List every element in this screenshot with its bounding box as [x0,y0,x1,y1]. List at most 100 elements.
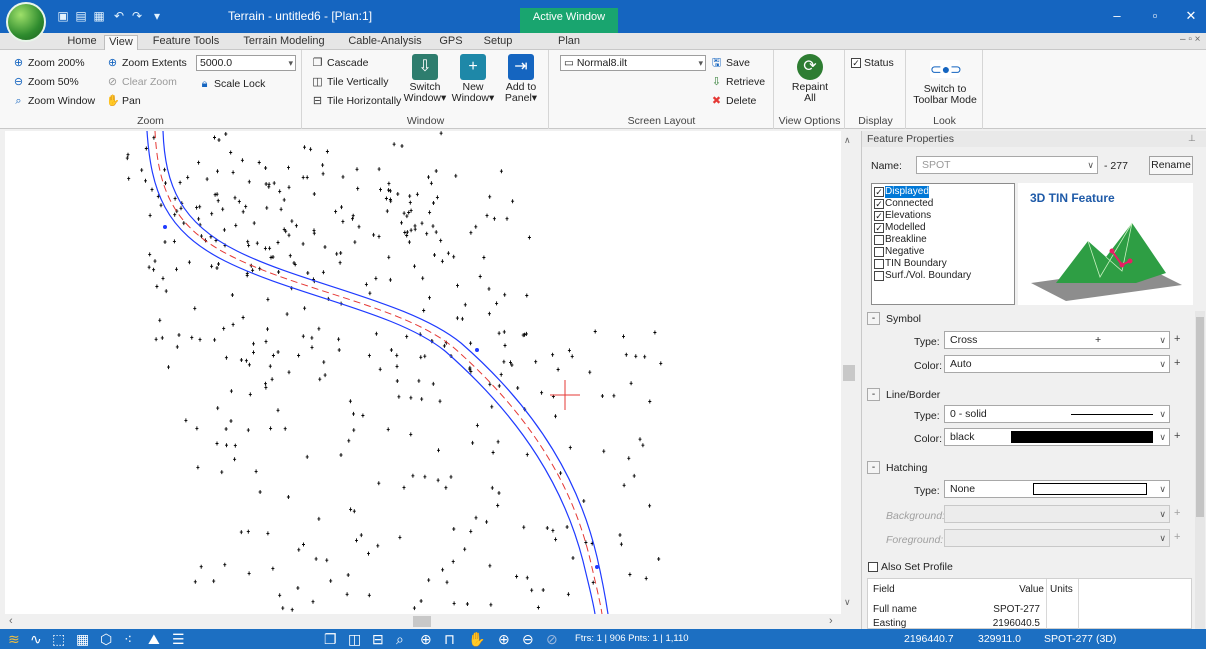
checkbox-icon[interactable] [874,271,884,281]
spot-point[interactable] [419,599,423,603]
spot-point[interactable] [216,169,219,174]
spot-point[interactable] [545,526,549,530]
spot-point[interactable] [251,268,255,273]
spot-point[interactable] [309,147,313,152]
tab-home[interactable]: Home [62,35,102,50]
spot-point[interactable] [225,443,228,448]
spot-point[interactable] [210,211,214,216]
chevron-down-icon[interactable]: ▾ [288,56,293,70]
spot-point[interactable] [495,301,499,306]
zoom-in-status-icon[interactable]: ⊕ [498,631,510,647]
tile-horizontally-button[interactable]: ⊟ Tile Horizontally [311,93,401,109]
spot-point[interactable] [317,326,321,331]
spot-point[interactable] [301,175,305,180]
spot-point[interactable] [197,160,201,165]
spot-point[interactable] [198,204,202,209]
spot-point[interactable] [311,599,315,604]
spot-point[interactable] [178,180,182,185]
spot-point[interactable] [317,516,321,521]
panel-scroll-thumb[interactable] [1196,317,1204,517]
spot-point[interactable] [452,254,456,259]
spot-point[interactable] [337,337,341,342]
spot-point[interactable] [634,354,638,359]
spot-point[interactable] [276,350,280,354]
spot-point[interactable] [541,588,545,592]
spot-point[interactable] [469,341,473,346]
spot-point[interactable] [199,564,203,569]
spot-point[interactable] [323,245,327,249]
spot-point[interactable] [148,252,152,257]
spot-point[interactable] [339,453,343,457]
spot-point[interactable] [247,179,251,184]
contour-icon[interactable]: ≋ [8,631,20,647]
spot-point[interactable] [297,353,301,358]
spot-point[interactable] [593,329,597,334]
spot-point[interactable] [301,241,305,246]
save-quick-icon[interactable]: ▣ [56,9,70,23]
spot-point[interactable] [463,302,467,307]
spot-point[interactable] [184,418,188,423]
spot-point[interactable] [323,373,327,378]
vertical-scrollbar[interactable]: ∧ ∨ [841,131,857,614]
spot-point[interactable] [429,181,433,186]
spot-point[interactable] [408,200,412,205]
spot-point[interactable] [348,399,352,404]
feature-flag-item[interactable]: ✓ Displayed [874,186,929,198]
scroll-up-icon[interactable]: ∧ [844,135,851,146]
spot-point[interactable] [160,335,164,340]
spot-point[interactable] [173,196,177,201]
spot-point[interactable] [571,556,575,560]
spot-point[interactable] [353,240,357,245]
spot-point[interactable] [277,270,281,274]
checkbox-checked-icon[interactable]: ✓ [874,187,884,197]
spot-point[interactable] [460,316,464,321]
symbol-type-select[interactable]: Cross + ∨ [944,331,1170,349]
spot-point[interactable] [497,331,501,336]
plan-drawing[interactable] [5,130,841,615]
spot-point[interactable] [217,262,220,266]
spot-point[interactable] [285,312,289,317]
spot-point[interactable] [387,188,390,193]
spot-point[interactable] [199,234,203,239]
pan-status-icon[interactable]: ✋ [468,631,485,647]
spot-point[interactable] [455,316,459,321]
spot-point[interactable] [175,344,179,349]
spot-point[interactable] [252,350,255,355]
spot-point[interactable] [276,408,280,413]
spot-point[interactable] [474,224,478,229]
spot-point[interactable] [179,206,183,211]
spot-point[interactable] [305,454,309,459]
spot-point[interactable] [502,329,506,334]
spot-point[interactable] [386,427,390,432]
spot-point[interactable] [341,174,345,179]
spot-point[interactable] [413,264,416,269]
collapse-icon[interactable]: - [867,461,880,474]
spot-point[interactable] [221,207,225,212]
spot-point[interactable] [478,274,482,279]
scroll-right-icon[interactable]: › [829,615,833,627]
tile-vertically-button[interactable]: ◫ Tile Vertically [311,74,388,90]
spot-point[interactable] [234,223,238,228]
spot-point[interactable] [233,457,237,462]
spot-point[interactable] [222,326,226,331]
spot-point[interactable] [302,542,305,547]
spot-point[interactable] [452,601,456,606]
spot-point[interactable] [515,574,519,579]
spot-point[interactable] [428,210,432,215]
spot-point[interactable] [485,519,489,524]
spot-point[interactable] [216,198,220,203]
spot-point[interactable] [522,525,526,530]
spot-point[interactable] [456,283,459,288]
spot-point[interactable] [338,260,342,265]
spot-point[interactable] [287,165,290,170]
also-set-profile-checkbox[interactable]: Also Set Profile [868,559,953,575]
spot-point[interactable] [270,377,274,382]
spot-point[interactable] [525,452,529,457]
spot-point[interactable] [648,399,652,404]
spot-point[interactable] [216,406,220,411]
spot-point[interactable] [530,588,534,593]
add-symbol-color-button[interactable]: + [1174,357,1180,369]
spot-point[interactable] [282,197,286,202]
spot-point[interactable] [229,150,233,155]
feature-flag-item[interactable]: Breakline [874,234,927,246]
